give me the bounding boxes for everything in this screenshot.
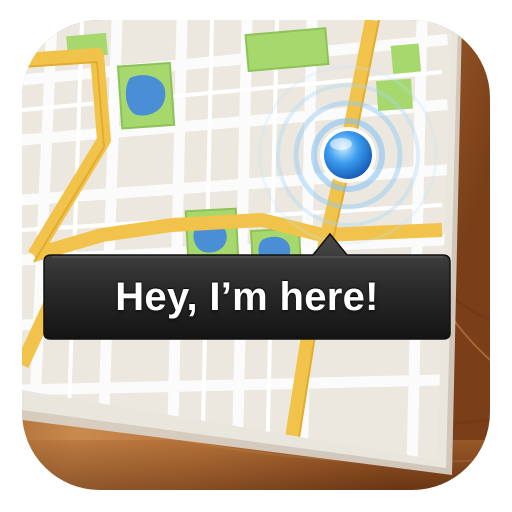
maps-app-icon[interactable]: Hey, I’m here! xyxy=(22,20,490,490)
callout-text: Hey, I’m here! xyxy=(115,275,379,319)
screen: Hey, I’m here! xyxy=(0,0,512,512)
current-location-dot-icon[interactable] xyxy=(320,127,376,183)
location-callout[interactable]: Hey, I’m here! xyxy=(43,230,451,340)
